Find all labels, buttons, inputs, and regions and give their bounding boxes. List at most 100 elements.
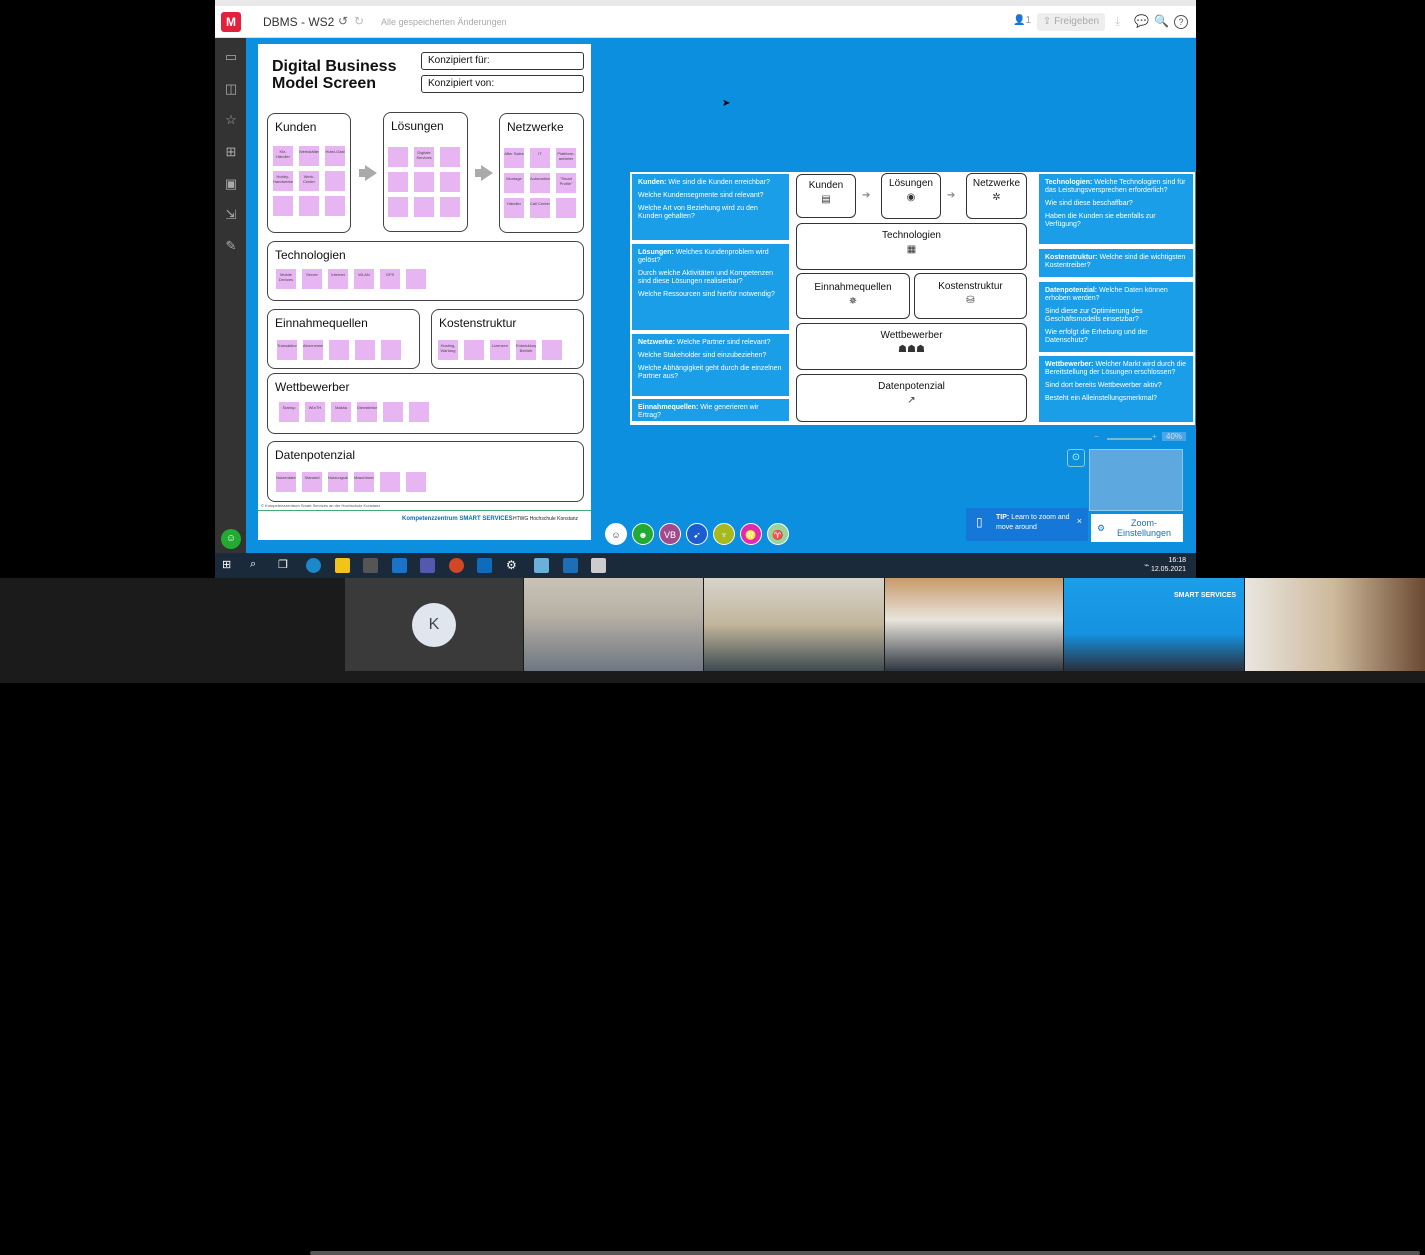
sticky-note[interactable] [406, 269, 426, 289]
zoom-in-icon[interactable]: + [1152, 432, 1157, 441]
technologien-box[interactable]: Technologien Mobile Devices Server Interne… [267, 241, 584, 301]
app-logo[interactable]: M [221, 12, 241, 32]
avatar-lion-icon[interactable]: ♌ [740, 523, 762, 545]
screen-einnahmequellen-box[interactable]: Einnahmequellen ✵ [796, 273, 910, 319]
comment-tool-icon[interactable]: ◫ [223, 82, 239, 96]
sticky-note[interactable]: Lizenzen [490, 340, 510, 360]
avatar-deer-icon[interactable]: ♈ [767, 523, 789, 545]
sticky-note[interactable] [440, 172, 460, 192]
conceived-for-field[interactable]: Konzipiert für: [421, 52, 584, 70]
sticky-note[interactable]: IT [530, 148, 550, 168]
sticky-note[interactable]: Call Center [530, 198, 550, 218]
sticky-note[interactable]: Internet [328, 269, 348, 289]
wettbewerber-box[interactable]: Wettbewerber Startup WürTH Makita Dienstlei… [267, 373, 584, 434]
participant-video[interactable] [704, 578, 884, 671]
sticky-note[interactable] [388, 197, 408, 217]
kunden-box[interactable]: Kunden Kfz-Händler Werkstätten Hotel-Gast H… [267, 113, 351, 233]
sticky-note[interactable]: "Smart Profile" [556, 173, 576, 193]
fit-screen-icon[interactable]: ⊙ [1067, 449, 1085, 467]
sticky-note[interactable]: Plattform-anbieter [556, 148, 576, 168]
sticky-note[interactable]: Werk-Center [299, 171, 319, 191]
sticky-note[interactable] [383, 402, 403, 422]
sticky-note[interactable]: Maschinendaten [354, 472, 374, 492]
sticky-note[interactable] [440, 197, 460, 217]
sticky-note[interactable]: After Sales [504, 148, 524, 168]
sticky-note[interactable] [440, 147, 460, 167]
sticky-note[interactable] [299, 196, 319, 216]
sticky-note[interactable]: Werkstätten [299, 146, 319, 166]
undo-icon[interactable]: ↺ [338, 14, 348, 28]
pen-icon[interactable]: ✎ [223, 239, 239, 253]
sticky-note[interactable]: Makita [331, 402, 351, 422]
grid-icon[interactable]: ⊞ [223, 145, 239, 159]
screen-wettbewerber-box[interactable]: Wettbewerber ☗☗☗ [796, 323, 1027, 370]
teams-icon[interactable] [420, 558, 435, 573]
screen-kostenstruktur-box[interactable]: Kostenstruktur ⛁ [914, 273, 1027, 319]
sticky-note[interactable] [388, 147, 408, 167]
share-button[interactable]: ⇪ Freigeben [1037, 13, 1105, 31]
avatar-moose-icon[interactable]: ♆ [713, 523, 735, 545]
app-icon[interactable] [591, 558, 606, 573]
zoom-settings-button[interactable]: ⚙ Zoom-Einstellungen [1091, 514, 1183, 542]
sticky-note[interactable] [409, 402, 429, 422]
avatar-bird-icon[interactable]: ➹ [686, 523, 708, 545]
zoom-level[interactable]: 40% [1162, 432, 1187, 441]
sticky-note[interactable]: Hobby-Handwerker [273, 171, 293, 191]
sticky-note[interactable] [380, 472, 400, 492]
image-icon[interactable]: ▣ [223, 177, 239, 191]
board-title[interactable]: DBMS - WS2 [263, 15, 334, 29]
participant-video[interactable]: SMART SERVICES [1064, 578, 1244, 671]
sticky-note[interactable]: Abonnement [303, 340, 323, 360]
sticky-note[interactable]: Automation [530, 173, 550, 193]
upload-icon[interactable]: ⇲ [223, 208, 239, 222]
conceived-by-field[interactable]: Konzipiert von: [421, 75, 584, 93]
screen-datenpotenzial-box[interactable]: Datenpotenzial ↗ [796, 374, 1027, 422]
sticky-note[interactable]: Nutzungsdaten [328, 472, 348, 492]
screen-loesungen-box[interactable]: Lösungen ◉ [881, 173, 941, 219]
datenpotenzial-box[interactable]: Datenpotenzial Nutzerdaten Standort Nutzun… [267, 441, 584, 502]
windows-start-icon[interactable]: ⊞ [222, 558, 237, 573]
download-icon[interactable]: ⤓ [1115, 14, 1120, 29]
settings-icon[interactable]: ⚙ [506, 558, 521, 573]
user-avatar-icon[interactable]: ☺ [221, 529, 241, 549]
sticky-note[interactable]: Montage [504, 173, 524, 193]
zoom-out-icon[interactable]: − [1094, 432, 1099, 441]
mail-icon[interactable] [392, 558, 407, 573]
sticky-note[interactable] [273, 196, 293, 216]
sticky-note[interactable]: Mobile Devices [276, 269, 296, 289]
participant-video[interactable] [1245, 578, 1425, 671]
sticky-note[interactable]: Server [302, 269, 322, 289]
star-icon[interactable]: ☆ [223, 113, 239, 127]
sticky-note[interactable]: WLAN [354, 269, 374, 289]
avatar-frog-icon[interactable]: ☻ [632, 523, 654, 545]
sticky-note[interactable]: Dienstleister [357, 402, 377, 422]
sticky-note-icon[interactable]: ▭ [223, 50, 239, 64]
dbms-template-panel[interactable]: Kunden: Wie sind die Kunden erreichbar? W… [630, 172, 1195, 425]
sticky-note[interactable]: Nutzerdaten [276, 472, 296, 492]
netzwerke-box[interactable]: Netzwerke After Sales IT Plattform-anbiete… [499, 113, 584, 233]
sticky-note[interactable] [355, 340, 375, 360]
store-icon[interactable] [363, 558, 378, 573]
participant-tile[interactable]: K [345, 578, 523, 671]
sticky-note[interactable]: Standort [302, 472, 322, 492]
help-icon[interactable]: ? [1174, 15, 1188, 29]
powerpoint-icon[interactable] [449, 558, 464, 573]
screen-technologien-box[interactable]: Technologien ▦ [796, 223, 1027, 270]
avatar-initials[interactable]: VB [659, 523, 681, 545]
sticky-note[interactable] [542, 340, 562, 360]
sticky-note[interactable]: Hosting, Wartung [438, 340, 458, 360]
sticky-note[interactable]: Digitale Services [414, 147, 434, 167]
system-clock[interactable]: 16:18 12.05.2021 [1151, 556, 1186, 574]
screen-kunden-box[interactable]: Kunden ▤ [796, 174, 856, 218]
screen-netzwerke-box[interactable]: Netzwerke ✲ [966, 173, 1027, 219]
einnahmequellen-box[interactable]: Einnahmequellen Transaktionen Abonnement [267, 309, 420, 369]
sticky-note[interactable] [381, 340, 401, 360]
avatar-smiley-icon[interactable]: ☺ [605, 523, 627, 545]
video-strip-scrollbar[interactable] [310, 1251, 1420, 1255]
sticky-note[interactable]: GPS [380, 269, 400, 289]
zoom-slider[interactable] [1107, 438, 1152, 440]
sticky-note[interactable]: WürTH [305, 402, 325, 422]
sticky-note[interactable]: Transaktionen [277, 340, 297, 360]
participant-video[interactable] [524, 578, 703, 671]
edge-icon[interactable] [306, 558, 321, 573]
